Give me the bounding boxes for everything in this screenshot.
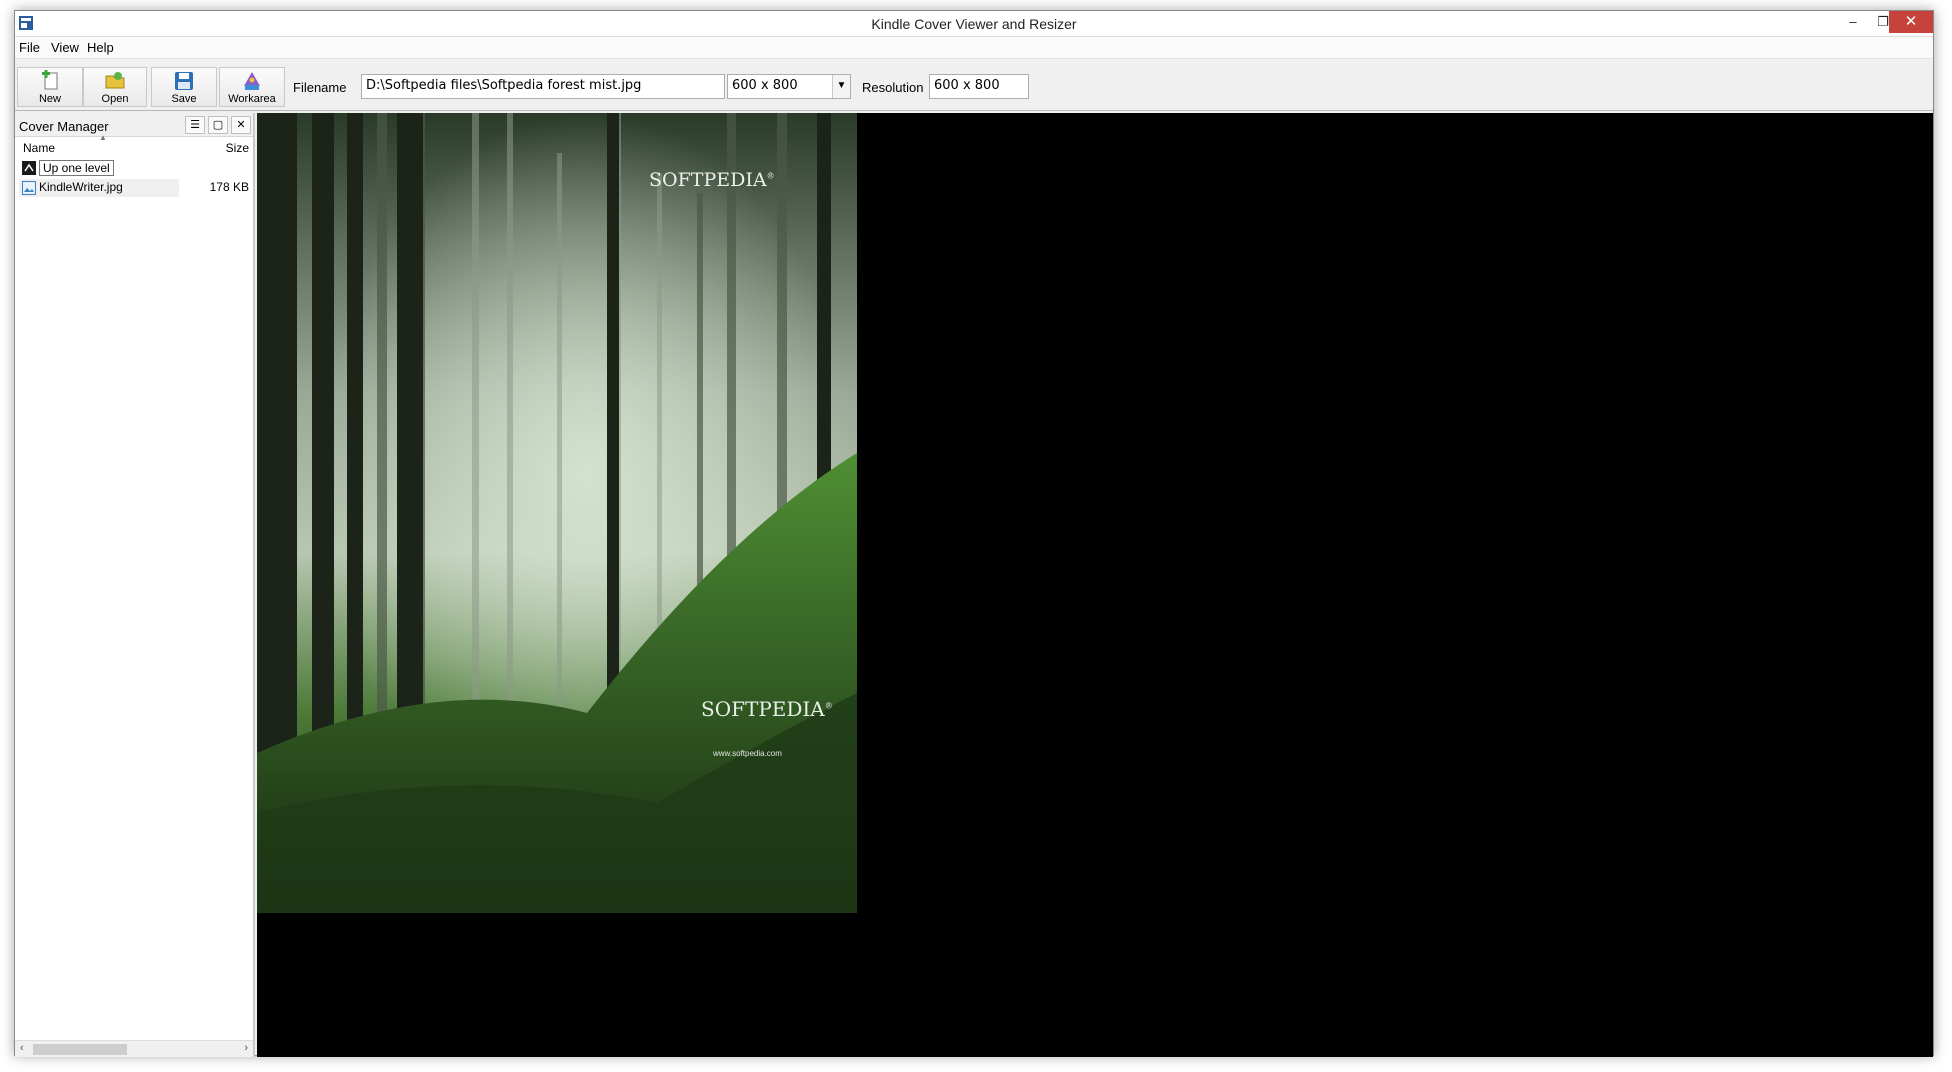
scroll-left-icon[interactable]: ‹: [20, 1042, 24, 1054]
watermark-url: www.softpedia.com: [713, 749, 782, 758]
workarea-button-label: Workarea: [228, 93, 276, 105]
column-size[interactable]: Size: [226, 141, 249, 155]
minimize-button[interactable]: –: [1838, 11, 1868, 33]
trademark-symbol: ®: [766, 171, 775, 181]
menu-help[interactable]: Help: [87, 40, 114, 55]
list-item-up-level[interactable]: Up one level: [19, 159, 253, 177]
scrollbar-thumb[interactable]: [33, 1044, 127, 1055]
toolbar: New Open Save Workarea Filename D:\Softp…: [15, 59, 1933, 111]
open-button-label: Open: [101, 93, 129, 105]
list-item-size: 178 KB: [209, 180, 249, 194]
trademark-symbol-2: ®: [824, 701, 833, 711]
menu-bar: File View Help: [15, 37, 1933, 59]
new-button[interactable]: New: [17, 67, 83, 107]
save-button-label: Save: [171, 93, 197, 105]
close-panel-icon[interactable]: ✕: [231, 116, 251, 134]
details-view-icon[interactable]: ☰: [185, 116, 205, 134]
menu-file[interactable]: File: [19, 40, 40, 55]
list-item-name: KindleWriter.jpg: [39, 180, 123, 194]
workarea-button[interactable]: Workarea: [219, 67, 285, 107]
scroll-right-icon[interactable]: ›: [244, 1042, 248, 1054]
size-select-value: 600 x 800: [732, 78, 798, 93]
cover-manager-title: Cover Manager: [19, 119, 109, 134]
cover-manager-panel: Cover Manager ☰ ▢ ✕ ▲ Name Size Up one l…: [15, 113, 255, 1057]
cover-image: SOFTPEDIA® SOFTPEDIA® www.softpedia.com: [257, 113, 857, 913]
sort-ascending-icon: ▲: [99, 133, 107, 142]
resolution-field[interactable]: 600 x 800: [929, 74, 1029, 99]
app-window: Kindle Cover Viewer and Resizer – ❐ ✕ Fi…: [14, 10, 1934, 1057]
horizontal-scrollbar[interactable]: ‹ ›: [15, 1040, 253, 1057]
workarea-icon: [244, 72, 260, 90]
save-disk-icon: [175, 72, 193, 90]
watermark-top: SOFTPEDIA®: [649, 169, 775, 191]
close-button[interactable]: ✕: [1889, 11, 1933, 33]
new-button-label: New: [38, 93, 61, 105]
size-select-dropdown-icon[interactable]: ▼: [832, 75, 850, 98]
save-button[interactable]: Save: [151, 67, 217, 107]
cover-manager-header: Cover Manager ☰ ▢ ✕: [15, 113, 253, 137]
image-viewer[interactable]: SOFTPEDIA® SOFTPEDIA® www.softpedia.com: [257, 113, 1933, 1057]
window-title: Kindle Cover Viewer and Resizer: [871, 16, 1077, 32]
column-name[interactable]: Name: [23, 141, 55, 155]
image-file-icon: [22, 181, 36, 195]
list-item-file[interactable]: KindleWriter.jpg: [19, 179, 179, 197]
menu-view[interactable]: View: [51, 40, 79, 55]
new-file-icon: [42, 70, 58, 90]
resolution-label: Resolution: [862, 80, 924, 95]
open-button[interactable]: Open: [83, 67, 147, 107]
title-bar[interactable]: Kindle Cover Viewer and Resizer – ❐ ✕: [15, 11, 1933, 37]
up-level-icon: [22, 161, 36, 175]
watermark-mid: SOFTPEDIA®: [701, 697, 833, 721]
list-header: ▲ Name Size: [15, 133, 253, 157]
page-view-icon[interactable]: ▢: [208, 116, 228, 134]
filename-field[interactable]: D:\Softpedia files\Softpedia forest mist…: [361, 74, 725, 99]
forest-image: [257, 113, 857, 913]
watermark-mid-text: SOFTPEDIA: [701, 697, 825, 721]
open-folder-icon: [105, 72, 125, 89]
list-item-name: Up one level: [39, 160, 114, 176]
filename-label: Filename: [293, 80, 347, 95]
watermark-top-text: SOFTPEDIA: [649, 169, 767, 191]
